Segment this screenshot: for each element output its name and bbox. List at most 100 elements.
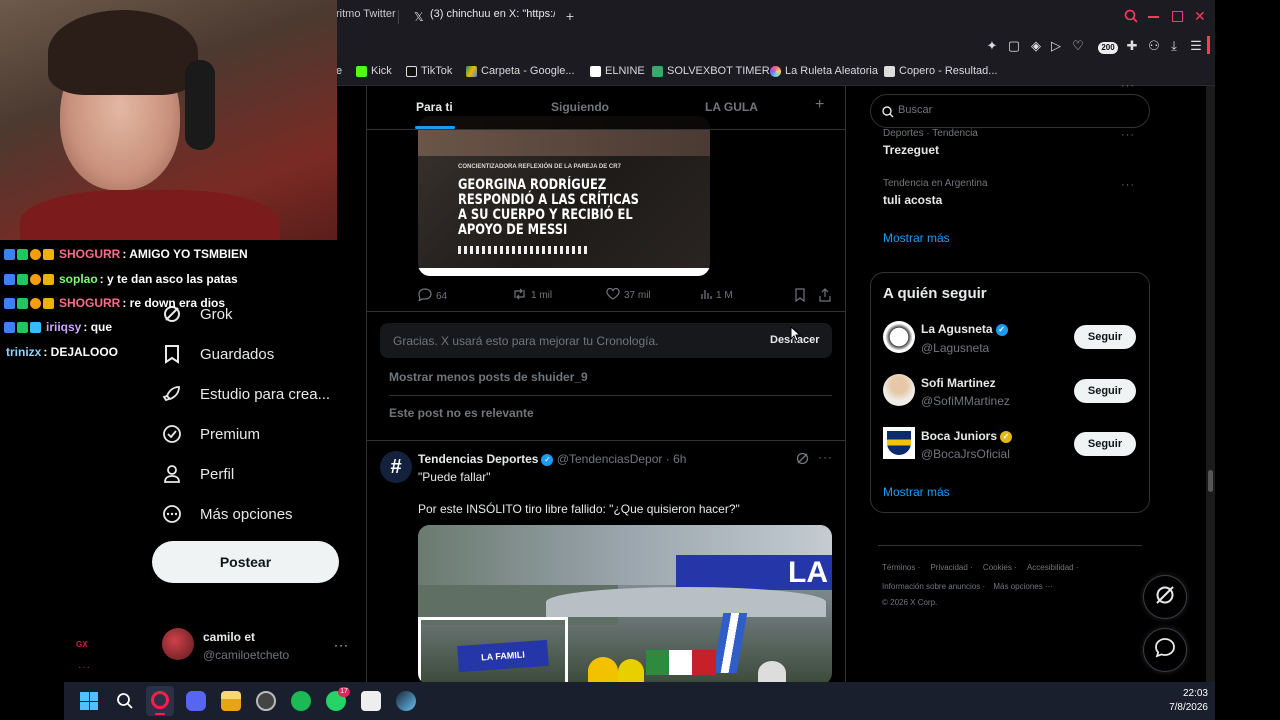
- trend-name[interactable]: Trezeguet: [883, 143, 939, 157]
- trend-menu-icon[interactable]: ···: [1121, 129, 1135, 141]
- follow-button[interactable]: Seguir: [1074, 432, 1136, 456]
- not-relevant-option[interactable]: Este post no es relevante: [389, 406, 534, 420]
- repost-button[interactable]: 1 mil: [512, 288, 552, 303]
- profile-icon[interactable]: ⚇: [1146, 38, 1162, 54]
- browser-tab-active[interactable]: (3) chinchuu en X: "https://: [430, 8, 555, 28]
- add-tab-icon[interactable]: +: [815, 96, 824, 114]
- app-icon[interactable]: [256, 691, 276, 711]
- trend-menu-icon[interactable]: ···: [1121, 179, 1135, 191]
- suggestion-name[interactable]: Sofi Martinez: [921, 376, 996, 390]
- follow-button[interactable]: Seguir: [1074, 325, 1136, 349]
- trend-name[interactable]: tuli acosta: [883, 193, 942, 207]
- post-image[interactable]: CONCIENTIZADORA REFLEXIÓN DE LA PAREJA D…: [418, 116, 710, 276]
- app-icon[interactable]: [361, 691, 381, 711]
- footer-link[interactable]: Términos: [882, 563, 915, 572]
- suggestion-handle[interactable]: @BocaJrsOficial: [921, 447, 1010, 461]
- post-menu-icon[interactable]: ···: [818, 450, 833, 464]
- messages-floating-button[interactable]: [1143, 628, 1187, 672]
- suggestion-name[interactable]: Boca Juniors ✓: [921, 429, 1013, 443]
- trend-menu-icon[interactable]: ···: [1121, 80, 1135, 92]
- tab-following[interactable]: Siguiendo: [551, 100, 609, 114]
- badge-icon: [17, 297, 28, 309]
- bookmark-elnine[interactable]: ELNINE: [590, 65, 645, 77]
- clock-time[interactable]: 22:03: [1168, 688, 1208, 699]
- scrollbar-thumb[interactable]: [1208, 470, 1213, 492]
- pin-icon[interactable]: ✦: [984, 38, 1000, 54]
- show-less-option[interactable]: Mostrar menos posts de shuider_9: [389, 370, 588, 384]
- close-button[interactable]: ✕: [1194, 8, 1206, 25]
- suggestion-handle[interactable]: @SofiMMartinez: [921, 394, 1010, 408]
- search-input[interactable]: Buscar: [898, 104, 932, 116]
- badge-icon: [30, 297, 41, 309]
- footer-link[interactable]: Cookies: [983, 563, 1012, 572]
- windows-start-icon[interactable]: [80, 692, 98, 710]
- clock-date[interactable]: 7/8/2026: [1148, 702, 1208, 713]
- tab-for-you[interactable]: Para ti: [416, 100, 453, 114]
- bookmark-icon[interactable]: [794, 288, 806, 307]
- follow-button[interactable]: Seguir: [1074, 379, 1136, 403]
- page-scrollbar[interactable]: [1206, 86, 1215, 682]
- post-handle[interactable]: @TendenciasDepor: [557, 452, 663, 466]
- bookmark-tiktok[interactable]: TikTok: [406, 65, 452, 77]
- search-icon[interactable]: [116, 692, 134, 715]
- steam-icon[interactable]: [396, 691, 416, 711]
- play-icon[interactable]: ▷: [1048, 38, 1064, 54]
- bookmark-google-drive[interactable]: Carpeta - Google...: [466, 65, 575, 77]
- taskbar-active-app[interactable]: [146, 686, 174, 716]
- zoom-badge[interactable]: 200: [1098, 42, 1118, 54]
- footer-link[interactable]: Más opciones ···: [993, 582, 1053, 591]
- footer-link[interactable]: Información sobre anuncios: [882, 582, 980, 591]
- post-button[interactable]: Postear: [152, 541, 339, 583]
- share-icon[interactable]: [819, 288, 831, 307]
- post-time[interactable]: · 6h: [666, 452, 687, 466]
- suggestion-name[interactable]: La Agusneta ✓: [921, 322, 1008, 336]
- reply-button[interactable]: 64: [417, 288, 447, 304]
- search-bar[interactable]: Buscar: [870, 94, 1150, 128]
- search-icon[interactable]: [1124, 9, 1138, 23]
- bookmark-solvexbot[interactable]: SOLVEXBOT TIMER: [652, 65, 770, 77]
- boca-crest-icon[interactable]: [883, 427, 915, 459]
- show-more-link[interactable]: Mostrar más: [883, 231, 950, 245]
- nav-profile[interactable]: Perfil: [160, 456, 234, 492]
- nav-creator-studio[interactable]: Estudio para crea...: [160, 376, 330, 412]
- extensions-icon[interactable]: ✚: [1124, 38, 1140, 54]
- minimize-button[interactable]: [1148, 16, 1159, 18]
- like-button[interactable]: 37 mil: [606, 287, 651, 303]
- account-menu-icon[interactable]: ···: [334, 638, 349, 652]
- gx-icon[interactable]: GX: [76, 640, 88, 649]
- download-icon[interactable]: ⤓: [1166, 38, 1182, 54]
- avatar[interactable]: [883, 321, 915, 353]
- more-icon[interactable]: ···: [78, 662, 91, 673]
- menu-icon[interactable]: ☰: [1188, 38, 1204, 54]
- footer-link[interactable]: Accesibilidad: [1027, 563, 1074, 572]
- nav-premium[interactable]: Premium: [160, 416, 260, 452]
- avatar[interactable]: [162, 628, 194, 660]
- browser-tab[interactable]: ritmo Twitter: [336, 8, 398, 28]
- new-tab-button[interactable]: +: [562, 8, 578, 24]
- suggestion-handle[interactable]: @Lagusneta: [921, 341, 989, 355]
- bookmark-ruleta[interactable]: La Ruleta Aleatoria: [770, 65, 878, 77]
- bookmark-kick[interactable]: Kick: [356, 65, 392, 77]
- bookmark-copero[interactable]: Copero - Resultad...: [884, 65, 997, 77]
- discord-icon[interactable]: [186, 691, 206, 711]
- hashtag-avatar-icon[interactable]: #: [380, 451, 412, 483]
- post-video-thumbnail[interactable]: LA LA FAMILI: [418, 525, 832, 682]
- show-more-link[interactable]: Mostrar más: [883, 485, 950, 499]
- shield-icon[interactable]: ◈: [1028, 38, 1044, 54]
- snapshot-icon[interactable]: ▢: [1006, 38, 1022, 54]
- tab-la-gula[interactable]: LA GULA: [705, 100, 758, 114]
- grok-explain-icon[interactable]: [796, 452, 809, 470]
- footer-link[interactable]: Privacidad: [930, 563, 967, 572]
- spotify-icon[interactable]: [291, 691, 311, 711]
- maximize-button[interactable]: [1172, 11, 1183, 22]
- drive-icon: [466, 65, 477, 77]
- verified-badge-icon: ✓: [541, 453, 554, 466]
- avatar[interactable]: [883, 374, 915, 406]
- views-button[interactable]: 1 M: [700, 288, 733, 303]
- file-explorer-icon[interactable]: [221, 691, 241, 711]
- nav-more-options[interactable]: Más opciones: [160, 496, 293, 532]
- grok-floating-button[interactable]: [1143, 575, 1187, 619]
- nav-bookmarks[interactable]: Guardados: [160, 336, 274, 372]
- heart-icon[interactable]: ♡: [1070, 38, 1086, 54]
- post-author[interactable]: Tendencias Deportes: [418, 452, 538, 466]
